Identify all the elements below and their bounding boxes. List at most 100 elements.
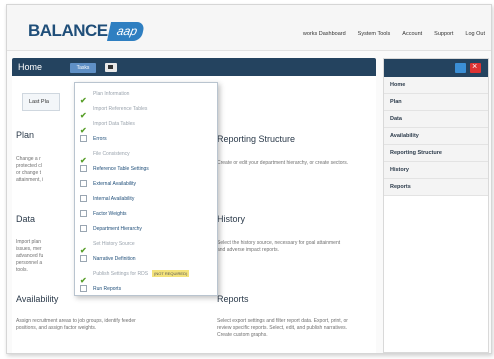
text-line: and adverse impact reports. [217,247,279,253]
text-line: advanced fu [16,253,44,259]
task-item[interactable]: ✔ Import Reference Tables [75,103,217,120]
sidebar-header [384,59,488,77]
checkbox-icon [80,285,87,292]
checkbox-icon [80,165,87,172]
logo-badge: aap [106,21,145,41]
task-item[interactable]: ✔ Import Data Tables [75,118,217,135]
app-window: BALANCE aap works Dashboard System Tools… [6,4,492,354]
nav-dashboard[interactable]: works Dashboard [303,31,346,37]
close-icon[interactable] [470,61,481,73]
section-reports-text: Select export settings and filter report… [217,318,372,339]
last-plan-box[interactable]: Last Pla [22,93,60,111]
section-reports-title[interactable]: Reports [217,294,249,304]
home-title[interactable]: Home [18,62,42,72]
text-line: issues, mer [16,246,42,252]
task-label: Errors [93,135,107,142]
text-line: positions, and assign factor weights. [16,325,97,331]
section-reporting-text: Create or edit your department hierarchy… [217,160,367,167]
not-required-badge: (NOT REQUIRED) [152,270,190,277]
task-item[interactable]: Errors [75,133,217,144]
sidebar-item-home[interactable]: Home [384,77,488,94]
checkbox-icon [80,195,87,202]
sidebar-item-history[interactable]: History [384,162,488,179]
text-line: review specific reports. Select, edit, a… [217,325,348,331]
task-item[interactable]: ✔ Plan Information [75,88,217,105]
tasks-dropdown: ✔ Plan Information ✔ Import Reference Table… [74,82,218,296]
task-label: Department Hierarchy [93,225,142,232]
task-item[interactable]: Narrative Definition [75,253,217,264]
task-label: Internal Availability [93,195,135,202]
task-item[interactable]: ✔ Publish Settings for RDS (NOT REQUIRED) [75,268,217,285]
text-line: personnel a [16,260,43,266]
text-line: Create or edit your department hierarchy… [217,160,349,166]
task-item[interactable]: External Availability [75,178,217,189]
task-label: Factor Weights [93,210,127,217]
section-availability-text: Assign recruitment areas to job groups, … [16,318,196,332]
sidebar-item-reporting-structure[interactable]: Reporting Structure [384,145,488,162]
text-line: Select export settings and filter report… [217,318,348,324]
nav-support[interactable]: Support [434,31,453,37]
text-line: or change t [16,170,42,176]
section-availability-title[interactable]: Availability [16,294,58,304]
tasks-tab[interactable]: Tasks [70,63,96,73]
nav-logout[interactable]: Log Out [465,31,485,37]
task-label: Import Reference Tables [93,105,148,112]
check-icon: ✔ [80,96,87,105]
check-icon: ✔ [80,156,87,165]
text-line: protected cl [16,163,42,169]
top-bar: BALANCE aap works Dashboard System Tools… [7,5,491,51]
task-label: Run Reports [93,285,122,292]
nav-system-tools[interactable]: System Tools [358,31,391,37]
top-nav: works Dashboard System Tools Account Sup… [303,31,485,37]
section-history-text: Select the history source, necessary for… [217,240,367,254]
nav-account[interactable]: Account [402,31,422,37]
task-label: File Consistency [93,150,130,157]
logo-text: BALANCE [28,21,108,40]
right-sidebar: Home Plan Data Availability Reporting St… [383,58,489,353]
task-label: Publish Settings for RDS [93,270,149,277]
task-item[interactable]: Factor Weights [75,208,217,219]
text-line: attainment, i [16,177,44,183]
task-label: External Availability [93,180,136,187]
section-data-text: Import plan issues, mer advanced fu pers… [16,239,74,274]
section-plan-text: Change a r protected cl or change t atta… [16,156,74,184]
task-label: Set History Source [93,240,135,247]
checkbox-icon [80,180,87,187]
task-item[interactable]: Department Hierarchy [75,223,217,234]
main-header-bar: Home Tasks [12,58,376,76]
text-line: Create custom graphs. [217,332,268,338]
task-label: Narrative Definition [93,255,136,262]
text-line: tools. [16,267,28,273]
text-line: Change a r [16,156,41,162]
checkbox-icon [80,135,87,142]
sidebar-item-availability[interactable]: Availability [384,128,488,145]
task-label: Plan Information [93,90,130,97]
task-item[interactable]: ✔ File Consistency [75,148,217,165]
text-line: Import plan [16,239,42,245]
check-icon: ✔ [80,111,87,120]
sidebar-item-data[interactable]: Data [384,111,488,128]
check-icon: ✔ [80,276,87,285]
section-history-title[interactable]: History [217,214,245,224]
sidebar-item-plan[interactable]: Plan [384,94,488,111]
task-label: Import Data Tables [93,120,135,127]
checkbox-icon [80,225,87,232]
section-plan-title[interactable]: Plan [16,130,34,140]
section-data-title[interactable]: Data [16,214,35,224]
section-reporting-title[interactable]: Reporting Structure [217,134,295,144]
checkbox-icon [80,255,87,262]
check-icon: ✔ [80,126,87,135]
task-item[interactable]: Run Reports [75,283,217,294]
window-icon[interactable] [455,63,466,73]
check-icon: ✔ [80,246,87,255]
logo[interactable]: BALANCE aap [28,20,145,42]
text-line: Assign recruitment areas to job groups, … [16,318,136,324]
checkbox-icon [80,210,87,217]
text-line: Select the history source, necessary for… [217,240,341,246]
task-item[interactable]: Internal Availability [75,193,217,204]
task-item[interactable]: ✔ Set History Source [75,238,217,255]
print-icon[interactable] [105,63,117,72]
task-item[interactable]: Reference Table Settings [75,163,217,174]
task-label: Reference Table Settings [93,165,149,172]
sidebar-item-reports[interactable]: Reports [384,179,488,196]
